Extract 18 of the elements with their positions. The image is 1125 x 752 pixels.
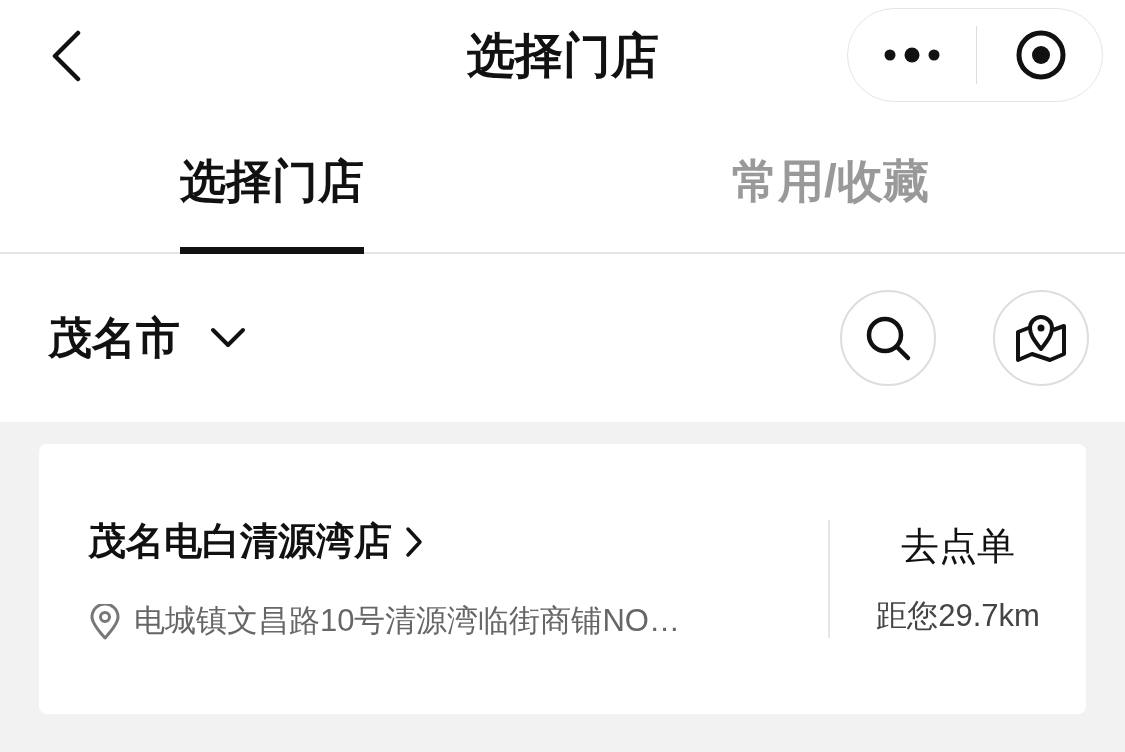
map-pin-icon: [1015, 313, 1067, 363]
store-address: 电城镇文昌路10号清源湾临街商铺NO…: [134, 602, 680, 641]
search-icon: [864, 314, 912, 362]
search-button[interactable]: [840, 290, 936, 386]
chevron-right-icon: [404, 525, 424, 558]
location-pin-icon: [88, 603, 122, 640]
store-card[interactable]: 茂名电白清源湾店 电城镇文昌路10号清源湾临街商铺NO… 去点单 距您29.7km: [39, 444, 1086, 714]
page-title: 选择门店: [466, 28, 659, 84]
map-button[interactable]: [993, 290, 1089, 386]
more-icon[interactable]: [883, 47, 941, 63]
store-name: 茂名电白清源湾店: [88, 519, 392, 565]
back-icon[interactable]: [50, 30, 82, 82]
chevron-down-icon: [210, 327, 246, 349]
city-selector[interactable]: 茂名市: [48, 305, 246, 371]
store-distance: 距您29.7km: [876, 597, 1040, 636]
order-link[interactable]: 去点单: [901, 518, 1015, 576]
tab[interactable]: 选择门店: [180, 112, 364, 254]
close-icon[interactable]: [1015, 29, 1067, 81]
